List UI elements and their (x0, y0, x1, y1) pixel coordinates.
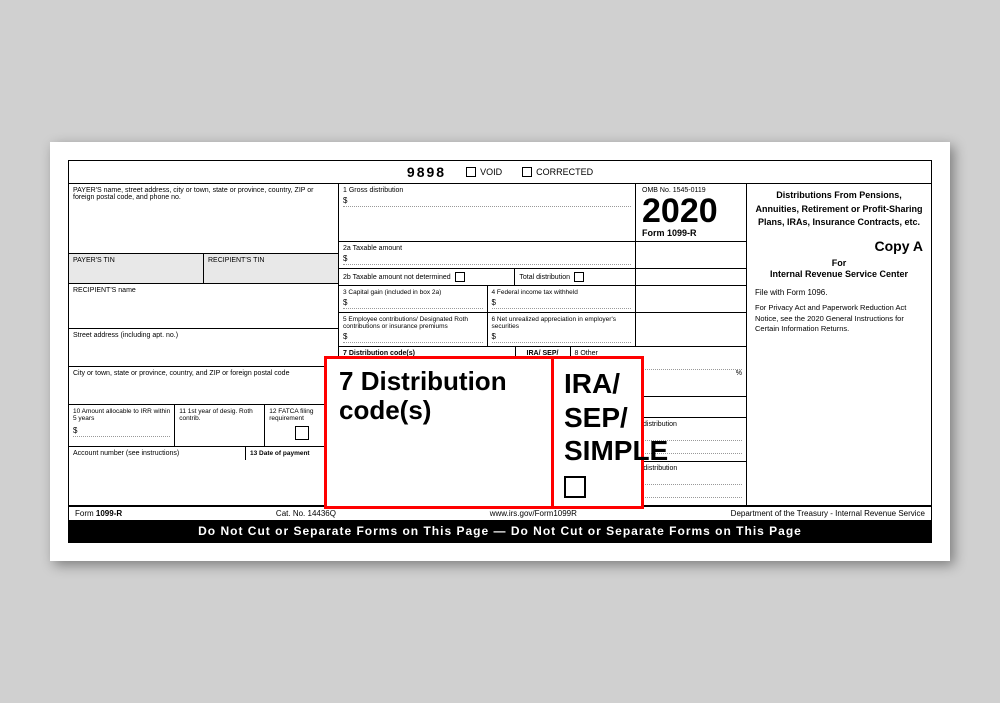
total-dist-checkbox[interactable] (574, 272, 584, 282)
recipient-tin-cell: RECIPIENT'S TIN (204, 254, 338, 283)
fed-tax-cell: 4 Federal income tax withheld $ (488, 286, 637, 312)
ira-big-cell (636, 313, 746, 346)
year-display: 2020 (642, 194, 740, 228)
field-11-cell: 11 1st year of desig. Roth contrib. (175, 405, 265, 446)
recipient-tin-label: RECIPIENT'S TIN (208, 257, 334, 264)
taxable-dollar: $ (343, 254, 631, 265)
copy-a-label: Copy A (755, 238, 923, 254)
dist-overlay-ira: IRA/ SEP/ SIMPLE (551, 359, 641, 506)
footer-dept: Department of the Treasury - Internal Re… (731, 509, 925, 518)
account-cell: Account number (see instructions) (69, 447, 246, 460)
cap-gain-dollar: $ (343, 298, 483, 309)
bottom-banner: Do Not Cut or Separate Forms on This Pag… (69, 520, 931, 542)
dist-overlay-main: 7 Distribution code(s) (327, 359, 551, 506)
fed-tax-dollar: $ (492, 298, 632, 309)
payer-tin-cell: PAYER'S TIN (69, 254, 204, 283)
footer-cat: Cat. No. 14436Q (276, 509, 336, 518)
field-10-cell: 10 Amount allocable to IRR within 5 year… (69, 405, 175, 446)
net-unrealized-cell: 6 Net unrealized appreciation in employe… (488, 313, 637, 346)
emp-contrib-label: 5 Employee contributions/ Designated Rot… (343, 316, 483, 330)
empty-cell1 (636, 269, 746, 285)
payer-tin-value (73, 264, 199, 280)
page-wrapper: 9898 VOID CORRECTED PAYER'S name, street… (50, 142, 950, 561)
payer-name-cell: PAYER'S name, street address, city or to… (69, 184, 338, 254)
form-name: Form 1099-R (642, 228, 740, 238)
empty-cell2 (636, 286, 746, 312)
left-section: PAYER'S name, street address, city or to… (69, 184, 339, 505)
city-cell: City or town, state or province, country… (69, 367, 338, 405)
gross-dist-cell: 1 Gross distribution $ (339, 184, 636, 241)
privacy-label: For Privacy Act and Paperwork Reduction … (755, 303, 923, 335)
field-10-dollar: $ (73, 426, 170, 437)
field-10-label: 10 Amount allocable to IRR within 5 year… (73, 408, 170, 422)
total-dist-label: Total distribution (519, 274, 570, 281)
form-number: 9898 (407, 164, 446, 180)
taxable-row: 2a Taxable amount $ (339, 242, 746, 269)
footer-url: www.irs.gov/Form1099R (490, 509, 577, 518)
account-date-row: Account number (see instructions) 13 Dat… (69, 447, 338, 460)
corrected-box: CORRECTED (522, 167, 593, 177)
overlay-ira-label: IRA/ SEP/ SIMPLE (564, 367, 631, 468)
footer-form-name: 1099-R (96, 509, 122, 518)
void-checkbox[interactable] (466, 167, 476, 177)
taxable-notdet-checkbox[interactable] (455, 272, 465, 282)
form-1099r: 9898 VOID CORRECTED PAYER'S name, street… (68, 160, 932, 543)
taxable-notdet-row: 2b Taxable amount not determined Total d… (339, 269, 746, 286)
city-label: City or town, state or province, country… (73, 370, 334, 377)
recipient-tin-value (208, 264, 334, 280)
cap-gain-label: 3 Capital gain (included in box 2a) (343, 289, 483, 296)
fed-tax-label: 4 Federal income tax withheld (492, 289, 632, 296)
date-payment-label: 13 Date of payment (250, 450, 334, 457)
irs-center-label: Internal Revenue Service Center (755, 268, 923, 281)
taxable-notdet-label: 2b Taxable amount not determined (343, 274, 451, 281)
file-label: File with Form 1096. (755, 288, 923, 297)
corrected-checkbox[interactable] (522, 167, 532, 177)
street-cell: Street address (including apt. no.) (69, 329, 338, 367)
account-label: Account number (see instructions) (73, 450, 241, 457)
distribution-code-overlay: 7 Distribution code(s) IRA/ SEP/ SIMPLE (324, 356, 644, 509)
fatca-checkbox[interactable] (295, 426, 309, 440)
footer-form-label: Form 1099-R (75, 509, 122, 518)
recipient-name-cell: RECIPIENT'S name (69, 284, 338, 329)
taxable-right-cell (636, 242, 746, 268)
overlay-ira-checkbox[interactable] (564, 476, 586, 498)
void-label: VOID (480, 167, 502, 177)
net-unrealized-label: 6 Net unrealized appreciation in employe… (492, 316, 632, 330)
gross-omb-row: 1 Gross distribution $ OMB No. 1545-0119… (339, 184, 746, 242)
far-right-panel: Distributions From Pensions, Annuities, … (746, 184, 931, 505)
total-dist-cell: Total distribution (515, 269, 636, 285)
gross-dollar: $ (343, 196, 631, 207)
taxable-label: 2a Taxable amount (343, 245, 631, 252)
emp-contrib-dollar: $ (343, 332, 483, 343)
cap-gain-row: 3 Capital gain (included in box 2a) $ 4 … (339, 286, 746, 313)
recipient-name-label: RECIPIENT'S name (73, 287, 334, 294)
cap-gain-cell: 3 Capital gain (included in box 2a) $ (339, 286, 488, 312)
for-label: For (755, 258, 923, 268)
net-unrealized-dollar: $ (492, 332, 632, 343)
corrected-label: CORRECTED (536, 167, 593, 177)
tin-row: PAYER'S TIN RECIPIENT'S TIN (69, 254, 338, 284)
payer-name-label: PAYER'S name, street address, city or to… (73, 187, 334, 201)
dist-overlay-number: 7 Distribution code(s) (339, 367, 539, 424)
right-title: Distributions From Pensions, Annuities, … (755, 189, 923, 230)
top-header: 9898 VOID CORRECTED (69, 161, 931, 184)
field-11-label: 11 1st year of desig. Roth contrib. (179, 408, 260, 422)
emp-contrib-row: 5 Employee contributions/ Designated Rot… (339, 313, 746, 347)
row-10-11-12: 10 Amount allocable to IRR within 5 year… (69, 405, 338, 447)
void-box: VOID (466, 167, 502, 177)
emp-contrib-cell: 5 Employee contributions/ Designated Rot… (339, 313, 488, 346)
omb-year-cell: OMB No. 1545-0119 2020 Form 1099-R (636, 184, 746, 241)
street-label: Street address (including apt. no.) (73, 332, 334, 339)
taxable-notdet-cell: 2b Taxable amount not determined (339, 269, 515, 285)
gross-dist-label: 1 Gross distribution (343, 187, 631, 194)
payer-tin-label: PAYER'S TIN (73, 257, 199, 264)
taxable-cell: 2a Taxable amount $ (339, 242, 636, 268)
